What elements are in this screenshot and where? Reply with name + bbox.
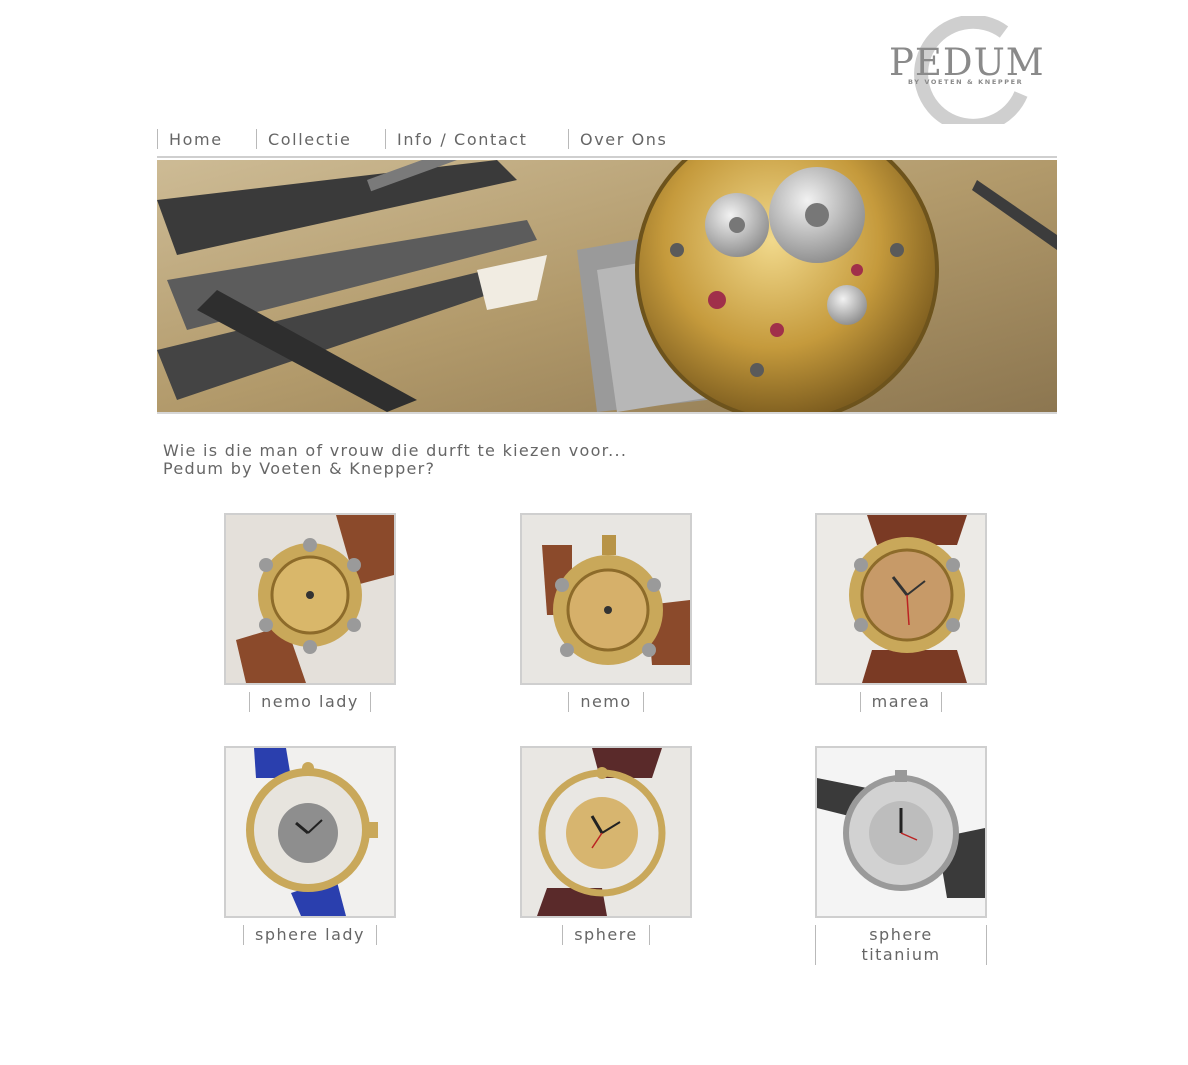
intro-text: Wie is die man of vrouw die durft te kie…	[163, 442, 627, 478]
banner-divider	[157, 412, 1057, 414]
product-link-sphere-lady[interactable]: sphere lady	[242, 925, 377, 945]
intro-line-1: Wie is die man of vrouw die durft te kie…	[163, 441, 628, 460]
nav-info-contact[interactable]: Info / Contact	[385, 129, 528, 149]
pedum-logo[interactable]: PEDUM BY VOETEN & KNEPPER	[886, 16, 1058, 124]
product-link-sphere[interactable]: sphere	[562, 925, 650, 945]
nav-home[interactable]: Home	[157, 129, 223, 149]
product-link-nemo[interactable]: nemo	[568, 692, 644, 712]
nav-divider	[157, 156, 1057, 158]
product-link-marea[interactable]: marea	[859, 692, 943, 712]
product-image-sphere-titanium[interactable]	[815, 746, 987, 918]
hero-banner-image	[157, 160, 1057, 412]
nav-collectie[interactable]: Collectie	[256, 129, 351, 149]
nav-over-ons[interactable]: Over Ons	[568, 129, 667, 149]
product-link-sphere-titanium[interactable]: sphere titanium	[815, 925, 987, 965]
product-image-sphere-lady[interactable]	[224, 746, 396, 918]
logo-subtitle: BY VOETEN & KNEPPER	[908, 78, 1024, 86]
intro-line-2: Pedum by Voeten & Knepper?	[163, 459, 436, 478]
logo-brand-text: PEDUM	[889, 41, 1045, 84]
product-image-sphere[interactable]	[520, 746, 692, 918]
product-image-nemo[interactable]	[520, 513, 692, 685]
product-link-nemo-lady[interactable]: nemo lady	[249, 692, 371, 712]
product-image-nemo-lady[interactable]	[224, 513, 396, 685]
product-image-marea[interactable]	[815, 513, 987, 685]
